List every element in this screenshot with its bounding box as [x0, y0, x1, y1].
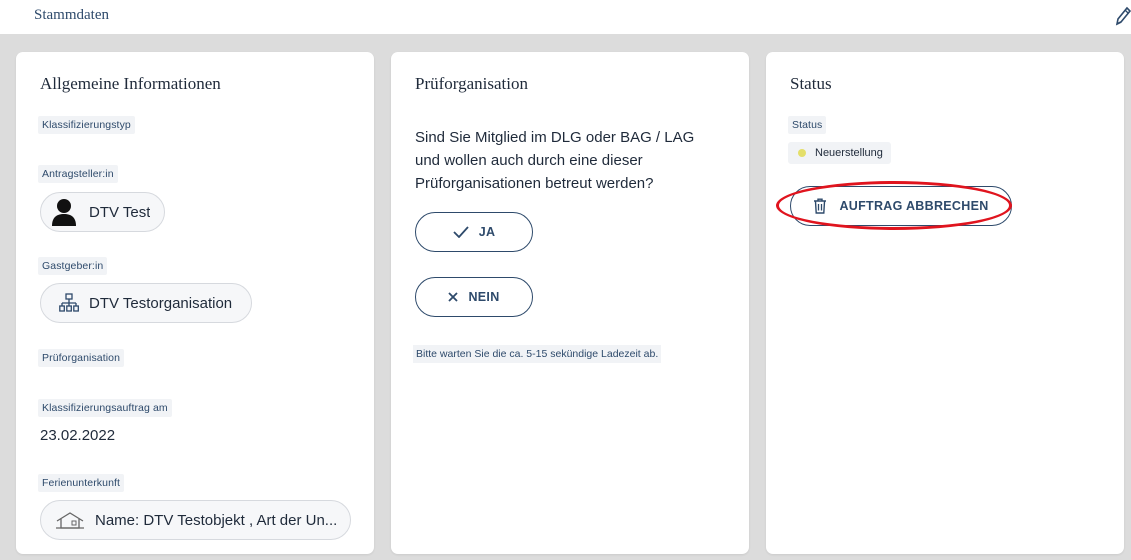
pruforganisation-question: Sind Sie Mitglied im DLG oder BAG / LAG …: [415, 129, 695, 192]
house-icon: [55, 510, 85, 530]
cancel-order-button[interactable]: AUFTRAG ABBRECHEN: [790, 186, 1012, 226]
status-badge: Neuerstellung: [788, 142, 891, 164]
label-auftrag-am: Klassifizierungsauftrag am: [38, 399, 172, 417]
label-pruforganisation: Prüforganisation: [38, 349, 125, 367]
status-card: Status Status Neuerstellung AUFTRAG ABBR…: [766, 52, 1124, 554]
person-icon: [51, 197, 77, 227]
no-button[interactable]: NEIN: [415, 277, 533, 317]
gastgeber-chip[interactable]: DTV Testorganisation: [40, 283, 252, 323]
card-title-general: Allgemeine Informationen: [40, 74, 221, 93]
ferienunterkunft-value: Name: DTV Testobjekt , Art der Un...: [95, 511, 338, 529]
page-header: Stammdaten: [0, 0, 1131, 34]
label-klassifizierungstyp: Klassifizierungstyp: [38, 116, 135, 134]
label-ferienunterkunft: Ferienunterkunft: [38, 474, 125, 492]
main-content: Allgemeine Informationen Klassifizierung…: [0, 34, 1131, 560]
close-icon: [448, 292, 459, 302]
loading-hint: Bitte warten Sie die ca. 5-15 sekündige …: [413, 345, 662, 363]
yes-button[interactable]: JA: [415, 212, 533, 252]
pencil-icon[interactable]: [1113, 4, 1131, 28]
pruforganisation-card: Prüforganisation Sind Sie Mitglied im DL…: [391, 52, 749, 554]
ferienunterkunft-chip[interactable]: Name: DTV Testobjekt , Art der Un...: [40, 500, 351, 540]
antragsteller-value: DTV Test: [89, 203, 151, 221]
cancel-order-label: AUFTRAG ABBRECHEN: [839, 199, 989, 213]
card-title-pruforganisation: Prüforganisation: [415, 74, 529, 93]
auftrag-am-value: 23.02.2022: [40, 427, 116, 444]
gastgeber-value: DTV Testorganisation: [89, 294, 233, 312]
status-value: Neuerstellung: [815, 147, 883, 159]
trash-icon: [813, 198, 827, 214]
label-gastgeber: Gastgeber:in: [38, 257, 108, 275]
antragsteller-chip[interactable]: DTV Test: [40, 192, 165, 232]
yes-button-label: JA: [478, 225, 496, 239]
card-title-status: Status: [790, 74, 832, 93]
general-info-card: Allgemeine Informationen Klassifizierung…: [16, 52, 374, 554]
status-dot-icon: [798, 149, 806, 157]
no-button-label: NEIN: [468, 290, 500, 304]
label-antragsteller: Antragsteller:in: [38, 165, 118, 183]
label-status: Status: [788, 116, 827, 134]
page-title: Stammdaten: [34, 7, 109, 23]
check-icon: [453, 226, 469, 238]
org-chart-icon: [59, 293, 79, 313]
